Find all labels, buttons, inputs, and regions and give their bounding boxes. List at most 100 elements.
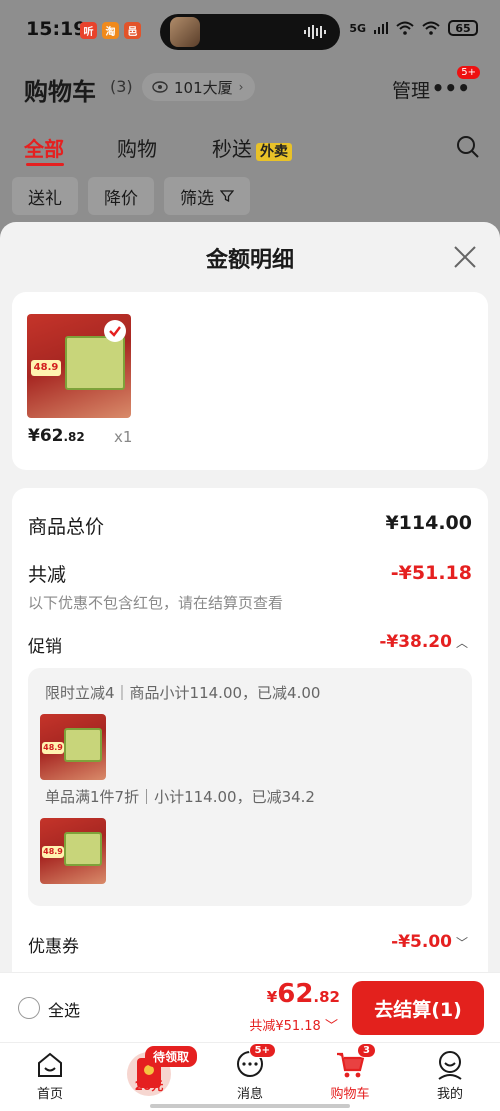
app-badge-3: 邑 xyxy=(124,22,141,39)
tab-miaosong-label: 秒送 xyxy=(212,137,252,161)
nav-profile[interactable]: 我的 xyxy=(410,1049,490,1102)
cart-badge: 3 xyxy=(357,1043,376,1058)
nav-home-label: 首页 xyxy=(36,1087,63,1102)
page-title: 购物车 xyxy=(24,78,96,106)
reduce-label: 共减 xyxy=(28,564,67,586)
nav-home[interactable]: 首页 xyxy=(10,1049,90,1102)
total-integer: 62 xyxy=(277,979,314,1009)
chevron-down-icon: ﹀ xyxy=(324,1019,338,1034)
promo-thumb-2-box xyxy=(64,832,102,866)
nav-messages-label: 消息 xyxy=(236,1087,263,1102)
product-qty: x1 xyxy=(114,428,133,446)
home-icon xyxy=(34,1049,66,1081)
waimai-tag: 外卖 xyxy=(256,143,292,161)
dynamic-island[interactable] xyxy=(160,14,340,50)
promo-value: -¥38.20 xyxy=(379,632,452,652)
product-box-art xyxy=(65,336,125,390)
tab-all[interactable]: 全部 xyxy=(24,133,64,162)
coupon-value: -¥5.00 xyxy=(391,932,452,952)
product-price-int: ¥62 xyxy=(28,426,64,446)
saved-toggle[interactable]: 共减¥51.18 ﹀ xyxy=(249,1015,338,1034)
address-text: 101大厦 xyxy=(174,78,233,97)
now-playing-thumb xyxy=(170,17,200,47)
nav-profile-label: 我的 xyxy=(436,1087,463,1102)
manage-button[interactable]: 管理 xyxy=(392,76,430,103)
promo-thumb-2: 48.9 xyxy=(40,818,106,884)
cart-page-background: 15:19 听 淘 邑 5G 65 购物车 (3) 101大厦 › 管理 •••… xyxy=(0,0,500,240)
reduce-note: 以下优惠不包含红包，请在结算页查看 xyxy=(28,594,284,612)
promo-label: 促销 xyxy=(28,637,62,657)
system-icons: 5G 65 xyxy=(349,20,478,36)
tab-miaosong[interactable]: 秒送 外卖 xyxy=(212,133,292,162)
product-price-dec: .82 xyxy=(63,430,85,444)
tab-underline xyxy=(26,163,64,166)
filter-chips: 送礼 降价 筛选 xyxy=(12,177,250,215)
nav-cart[interactable]: 3 购物车 xyxy=(310,1043,390,1102)
selected-check-icon xyxy=(104,320,126,342)
red-packet-amount: 20元 xyxy=(135,1079,164,1093)
chevron-right-icon: › xyxy=(238,80,244,94)
product-card: 48.9 ¥62.82 x1 xyxy=(12,292,488,470)
filter-more-label: 筛选 xyxy=(180,188,214,209)
close-icon[interactable] xyxy=(452,244,478,270)
status-bar: 15:19 听 淘 邑 5G 65 xyxy=(0,14,500,50)
more-icon[interactable]: ••• xyxy=(432,76,470,100)
promo-thumb-1-box xyxy=(64,728,102,762)
reduce-value: -¥51.18 xyxy=(390,562,472,584)
product-thumbnail[interactable]: 48.9 xyxy=(27,314,131,418)
coupon-toggle[interactable]: -¥5.00 ﹀ xyxy=(391,932,468,952)
funnel-icon xyxy=(220,190,234,203)
promo-line-2: 单品满1件7折｜小计114.00，已减34.2 xyxy=(45,788,315,806)
checkout-total: ¥62.82 xyxy=(267,979,340,1009)
total-value: ¥114.00 xyxy=(385,512,472,534)
more-badge: 5+ xyxy=(457,66,480,79)
signal-icon xyxy=(374,22,388,34)
promo-thumb-1-tag: 48.9 xyxy=(42,742,64,754)
filter-price-drop[interactable]: 降价 xyxy=(88,177,154,215)
total-currency: ¥ xyxy=(266,988,278,1006)
saved-amount: 共减¥51.18 xyxy=(249,1019,321,1034)
nav-messages[interactable]: 5+ 消息 xyxy=(210,1043,290,1102)
battery-icon: 65 xyxy=(448,20,478,36)
network-label: 5G xyxy=(349,21,366,35)
product-price: ¥62.82 xyxy=(28,426,85,446)
coupon-label: 优惠券 xyxy=(28,937,79,957)
bottom-nav: 首页 5+ 消息 3 购物车 我的 xyxy=(0,1042,500,1111)
home-indicator xyxy=(150,1104,350,1108)
status-time: 15:19 xyxy=(26,18,87,40)
promo-thumb-2-tag: 48.9 xyxy=(42,846,64,858)
cart-tabs: 全部 购物 秒送 外卖 xyxy=(24,133,484,167)
address-pill[interactable]: 101大厦 › xyxy=(142,73,256,101)
promo-detail-box: 限时立减4｜商品小计114.00，已减4.00 48.9 单品满1件7折｜小计1… xyxy=(28,668,472,906)
filter-gift[interactable]: 送礼 xyxy=(12,177,78,215)
total-decimal: .82 xyxy=(313,988,340,1006)
sheet-title: 金额明细 xyxy=(205,248,294,273)
select-all-radio[interactable] xyxy=(18,997,40,1019)
nav-cart-label: 购物车 xyxy=(330,1087,370,1102)
checkout-button[interactable]: 去结算(1) xyxy=(352,981,484,1035)
messages-badge: 5+ xyxy=(248,1043,276,1058)
promo-line-1: 限时立减4｜商品小计114.00，已减4.00 xyxy=(45,684,321,702)
chevron-down-icon: ﹀ xyxy=(455,936,468,950)
tab-shopping[interactable]: 购物 xyxy=(117,133,157,162)
app-badge-2: 淘 xyxy=(102,22,119,39)
profile-icon xyxy=(434,1049,466,1081)
promo-thumb-1: 48.9 xyxy=(40,714,106,780)
wifi-icon xyxy=(396,21,414,35)
audio-wave-icon xyxy=(304,25,326,39)
promo-toggle[interactable]: -¥38.20 ︿ xyxy=(379,632,468,652)
cart-header: 购物车 (3) 101大厦 › 管理 ••• 5+ xyxy=(24,66,484,108)
checkout-bar: 全选 ¥62.82 共减¥51.18 ﹀ 去结算(1) xyxy=(0,972,500,1042)
cart-count: (3) xyxy=(110,77,133,96)
app-badge-1: 听 xyxy=(80,22,97,39)
wifi-icon-2 xyxy=(422,21,440,35)
select-all-label[interactable]: 全选 xyxy=(48,997,80,1021)
red-packet-tag[interactable]: 待领取 xyxy=(145,1046,198,1067)
eye-icon xyxy=(152,81,168,93)
total-label: 商品总价 xyxy=(28,516,105,538)
filter-more[interactable]: 筛选 xyxy=(164,177,250,215)
cart-icon: 3 xyxy=(334,1043,376,1081)
thumb-price-tag: 48.9 xyxy=(31,360,61,376)
search-icon[interactable] xyxy=(456,135,480,159)
chevron-up-icon: ︿ xyxy=(455,636,468,650)
